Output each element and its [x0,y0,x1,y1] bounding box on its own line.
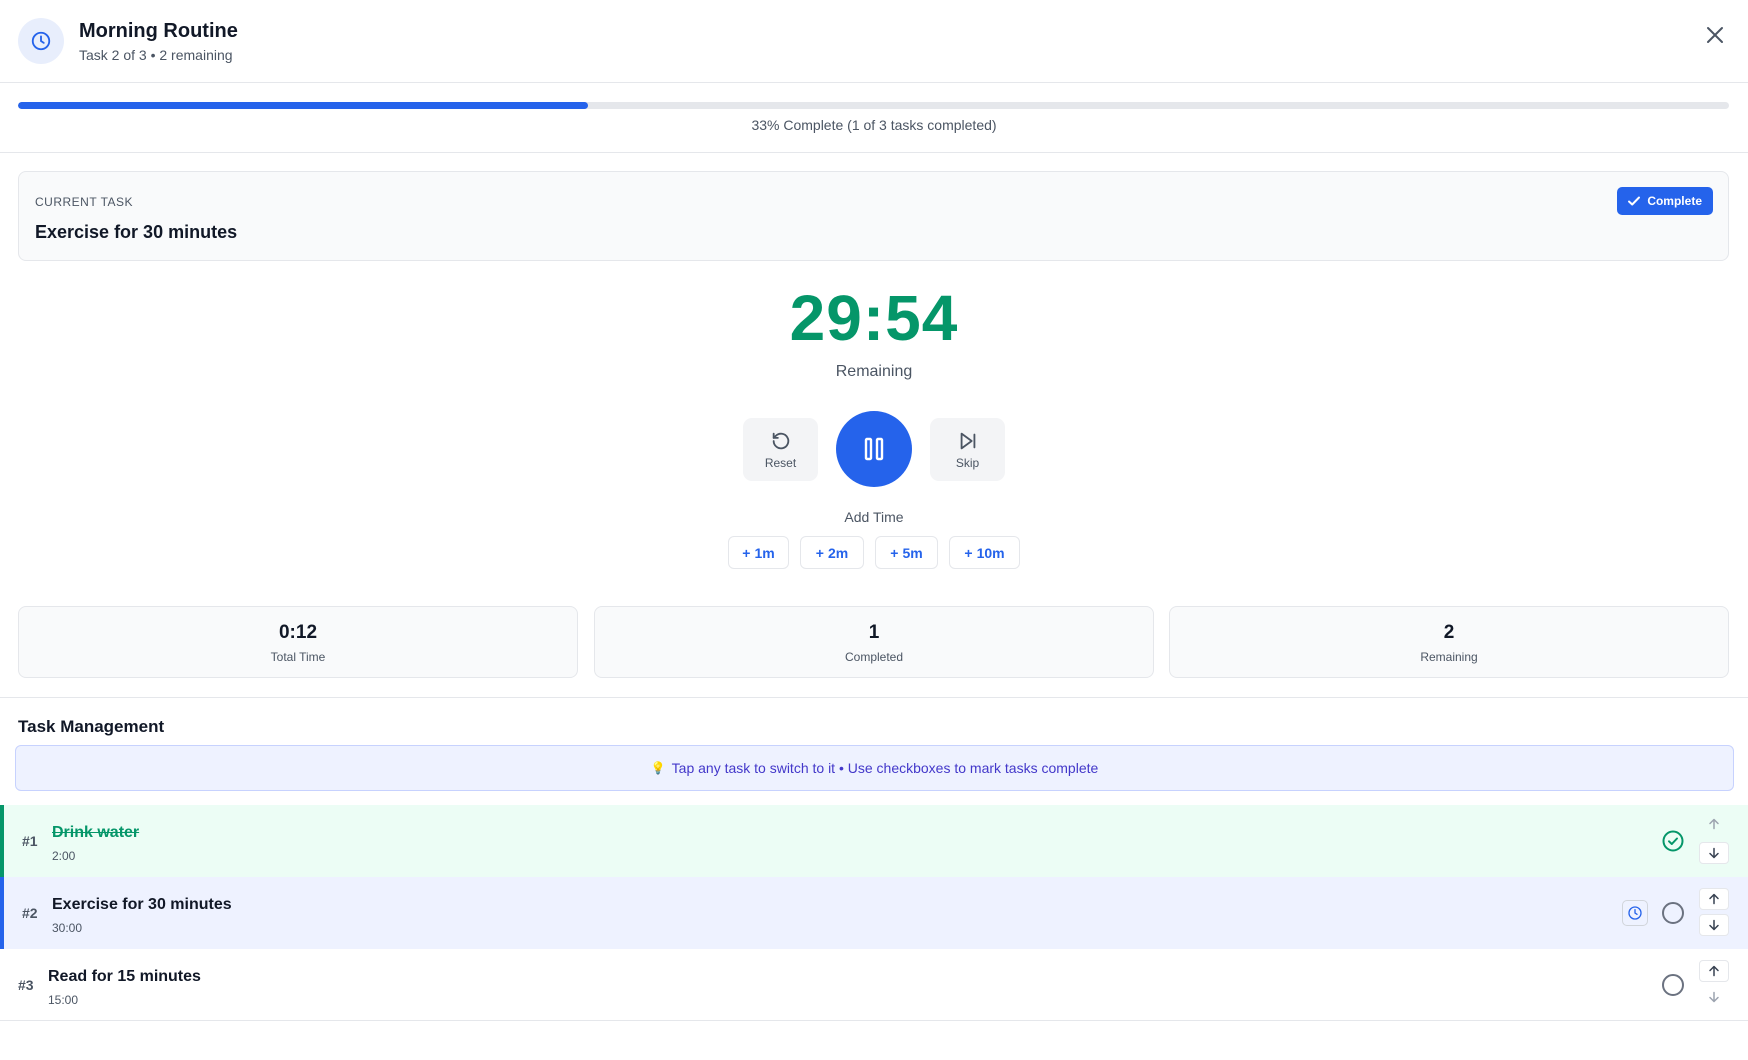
current-task-label: CURRENT TASK [35,195,134,209]
complete-button-label: Complete [1647,194,1702,208]
pause-icon [864,437,884,461]
stat-total-time: 0:12 Total Time [18,606,578,678]
task-number: #3 [18,977,34,993]
divider [0,697,1748,698]
task-complete-checkbox[interactable] [1662,974,1684,996]
current-task-card: CURRENT TASK Exercise for 30 minutes Com… [18,171,1729,261]
current-task-name: Exercise for 30 minutes [35,222,238,242]
task-number: #2 [22,905,38,921]
stat-caption: Total Time [270,650,326,664]
arrow-down-icon [1709,991,1719,1003]
arrow-down-icon [1709,847,1719,859]
task-name: Drink water [52,824,140,841]
skip-button-label: Skip [955,455,980,470]
add-time-option: 10m [976,544,1005,561]
stat-completed: 1 Completed [594,606,1154,678]
add-time-option: 1m [754,544,775,561]
page-subtitle: Task 2 of 3 • 2 remaining [79,47,233,63]
countdown-timer: 29:54 [789,282,959,354]
move-down-button[interactable] [1699,914,1729,936]
add-10m-button[interactable]: +10m [949,536,1020,569]
task-row-3[interactable]: #3 Read for 15 minutes 15:00 [0,949,1748,1021]
move-up-button[interactable] [1699,813,1729,835]
add-time-option: 2m [827,544,849,561]
task-duration: 30:00 [52,921,83,935]
move-down-button[interactable] [1699,842,1729,864]
plus-icon: + [742,544,751,561]
task-management-title: Task Management [18,717,165,736]
progress-bar-fill [18,102,588,109]
stat-remaining: 2 Remaining [1169,606,1729,678]
stat-caption: Completed [844,650,904,664]
close-icon [1707,27,1723,43]
page-title: Morning Routine [79,20,238,42]
add-time-option: 5m [902,544,923,561]
move-down-button[interactable] [1699,986,1729,1008]
task-duration: 15:00 [48,993,79,1007]
task-complete-checkbox[interactable] [1662,902,1684,924]
hint-banner: 💡 Tap any task to switch to it • Use che… [15,745,1734,791]
stat-value: 1 [868,622,880,643]
add-2m-button[interactable]: +2m [800,536,864,569]
task-name: Read for 15 minutes [48,968,201,985]
move-up-button[interactable] [1699,888,1729,910]
task-complete-checkbox[interactable] [1662,830,1684,852]
progress-bar [18,102,1729,109]
progress-text: 33% Complete (1 of 3 tasks completed) [751,117,997,133]
hint-text: Tap any task to switch to it • Use check… [671,760,1099,776]
arrow-up-icon [1709,818,1719,830]
add-time-label: Add Time [844,509,904,525]
check-icon [1628,196,1641,206]
clock-icon [1628,906,1642,920]
timer-caption: Remaining [835,363,913,380]
active-timer-indicator [1622,900,1648,926]
task-name: Exercise for 30 minutes [52,896,232,913]
row-accent [0,805,4,877]
arrow-down-icon [1709,919,1719,931]
skip-button[interactable]: Skip [930,418,1005,481]
close-button[interactable] [1700,20,1730,50]
skip-icon [960,432,975,449]
task-number: #1 [22,833,38,849]
add-1m-button[interactable]: +1m [728,536,789,569]
move-up-button[interactable] [1699,960,1729,982]
plus-icon: + [890,544,899,561]
reset-icon [772,432,789,449]
stat-value: 0:12 [278,622,318,643]
pause-button[interactable] [836,411,912,487]
task-row-2[interactable]: #2 Exercise for 30 minutes 30:00 [0,877,1748,949]
complete-button[interactable]: Complete [1617,187,1713,215]
reset-button[interactable]: Reset [743,418,818,481]
arrow-up-icon [1709,893,1719,905]
progress-section: 33% Complete (1 of 3 tasks completed) [0,83,1748,153]
stat-value: 2 [1443,622,1455,643]
header: Morning Routine Task 2 of 3 • 2 remainin… [0,0,1748,83]
task-row-1[interactable]: #1 Drink water 2:00 [0,805,1748,877]
plus-icon: + [815,544,824,561]
arrow-up-icon [1709,965,1719,977]
stat-caption: Remaining [1420,650,1478,664]
task-duration: 2:00 [52,849,76,863]
plus-icon: + [964,544,973,561]
lightbulb-icon: 💡 [650,761,666,775]
clock-icon [18,18,64,64]
row-accent [0,877,4,949]
check-circle-icon [1662,830,1684,852]
reset-button-label: Reset [764,455,797,470]
add-5m-button[interactable]: +5m [875,536,938,569]
